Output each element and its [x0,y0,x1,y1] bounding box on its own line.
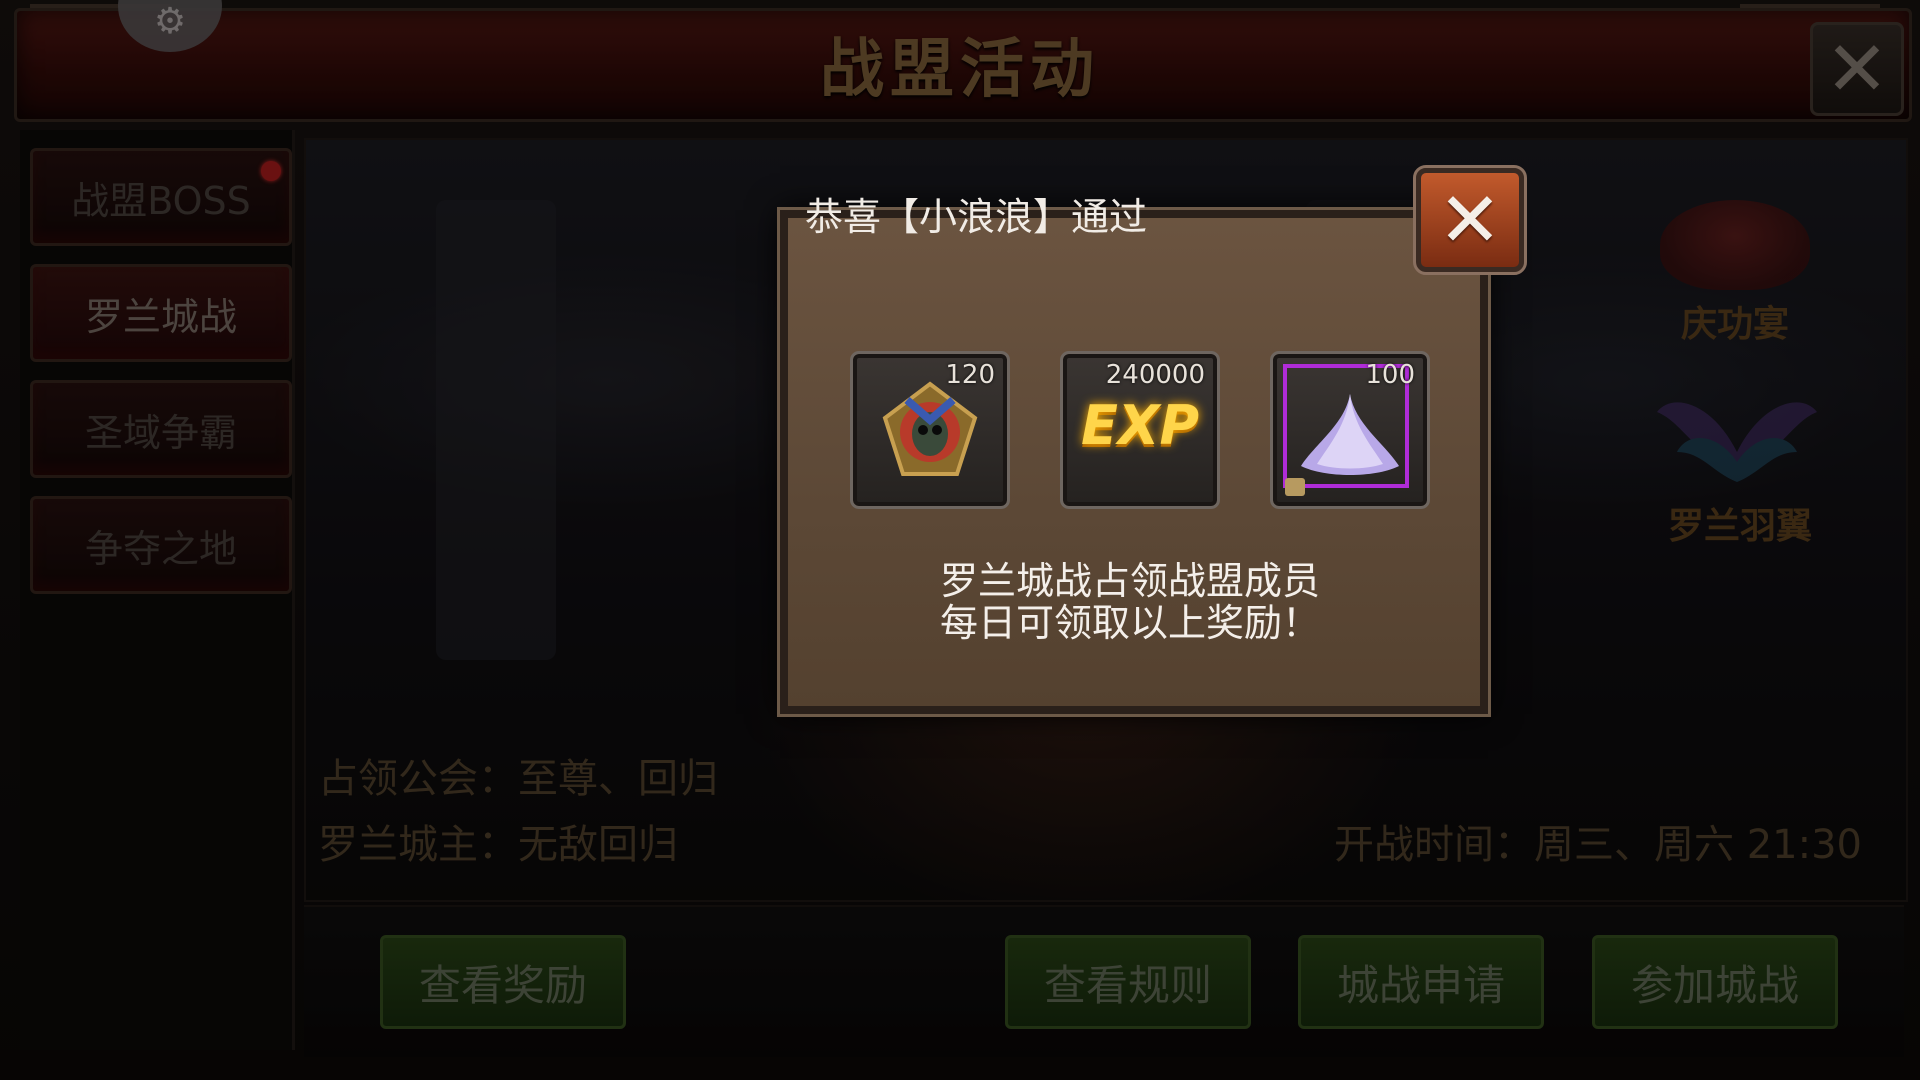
reward-slot[interactable]: 120 [850,351,1010,509]
purple-powder-icon [1301,394,1399,475]
skull-emblem-icon [882,381,978,476]
reward-slot[interactable]: EXP 240000 [1060,351,1220,509]
exp-icon: EXP [1081,394,1200,457]
description-line: 罗兰城战占领战盟成员 [939,559,1320,603]
modal-close-button[interactable]: ✕ [1413,165,1527,275]
reward-count: 120 [945,360,995,390]
lock-icon [1285,478,1305,496]
reward-count: 240000 [1105,360,1205,390]
reward-count: 100 [1365,360,1415,390]
reward-description: 罗兰城战占领战盟成员 每日可领取以上奖励！ [780,560,1480,644]
description-line: 每日可领取以上奖励！ [939,601,1320,645]
close-icon: ✕ [1438,175,1502,264]
modal-title: 恭喜【小浪浪】通过 [804,195,1147,239]
reward-slot[interactable]: 100 [1270,351,1430,509]
